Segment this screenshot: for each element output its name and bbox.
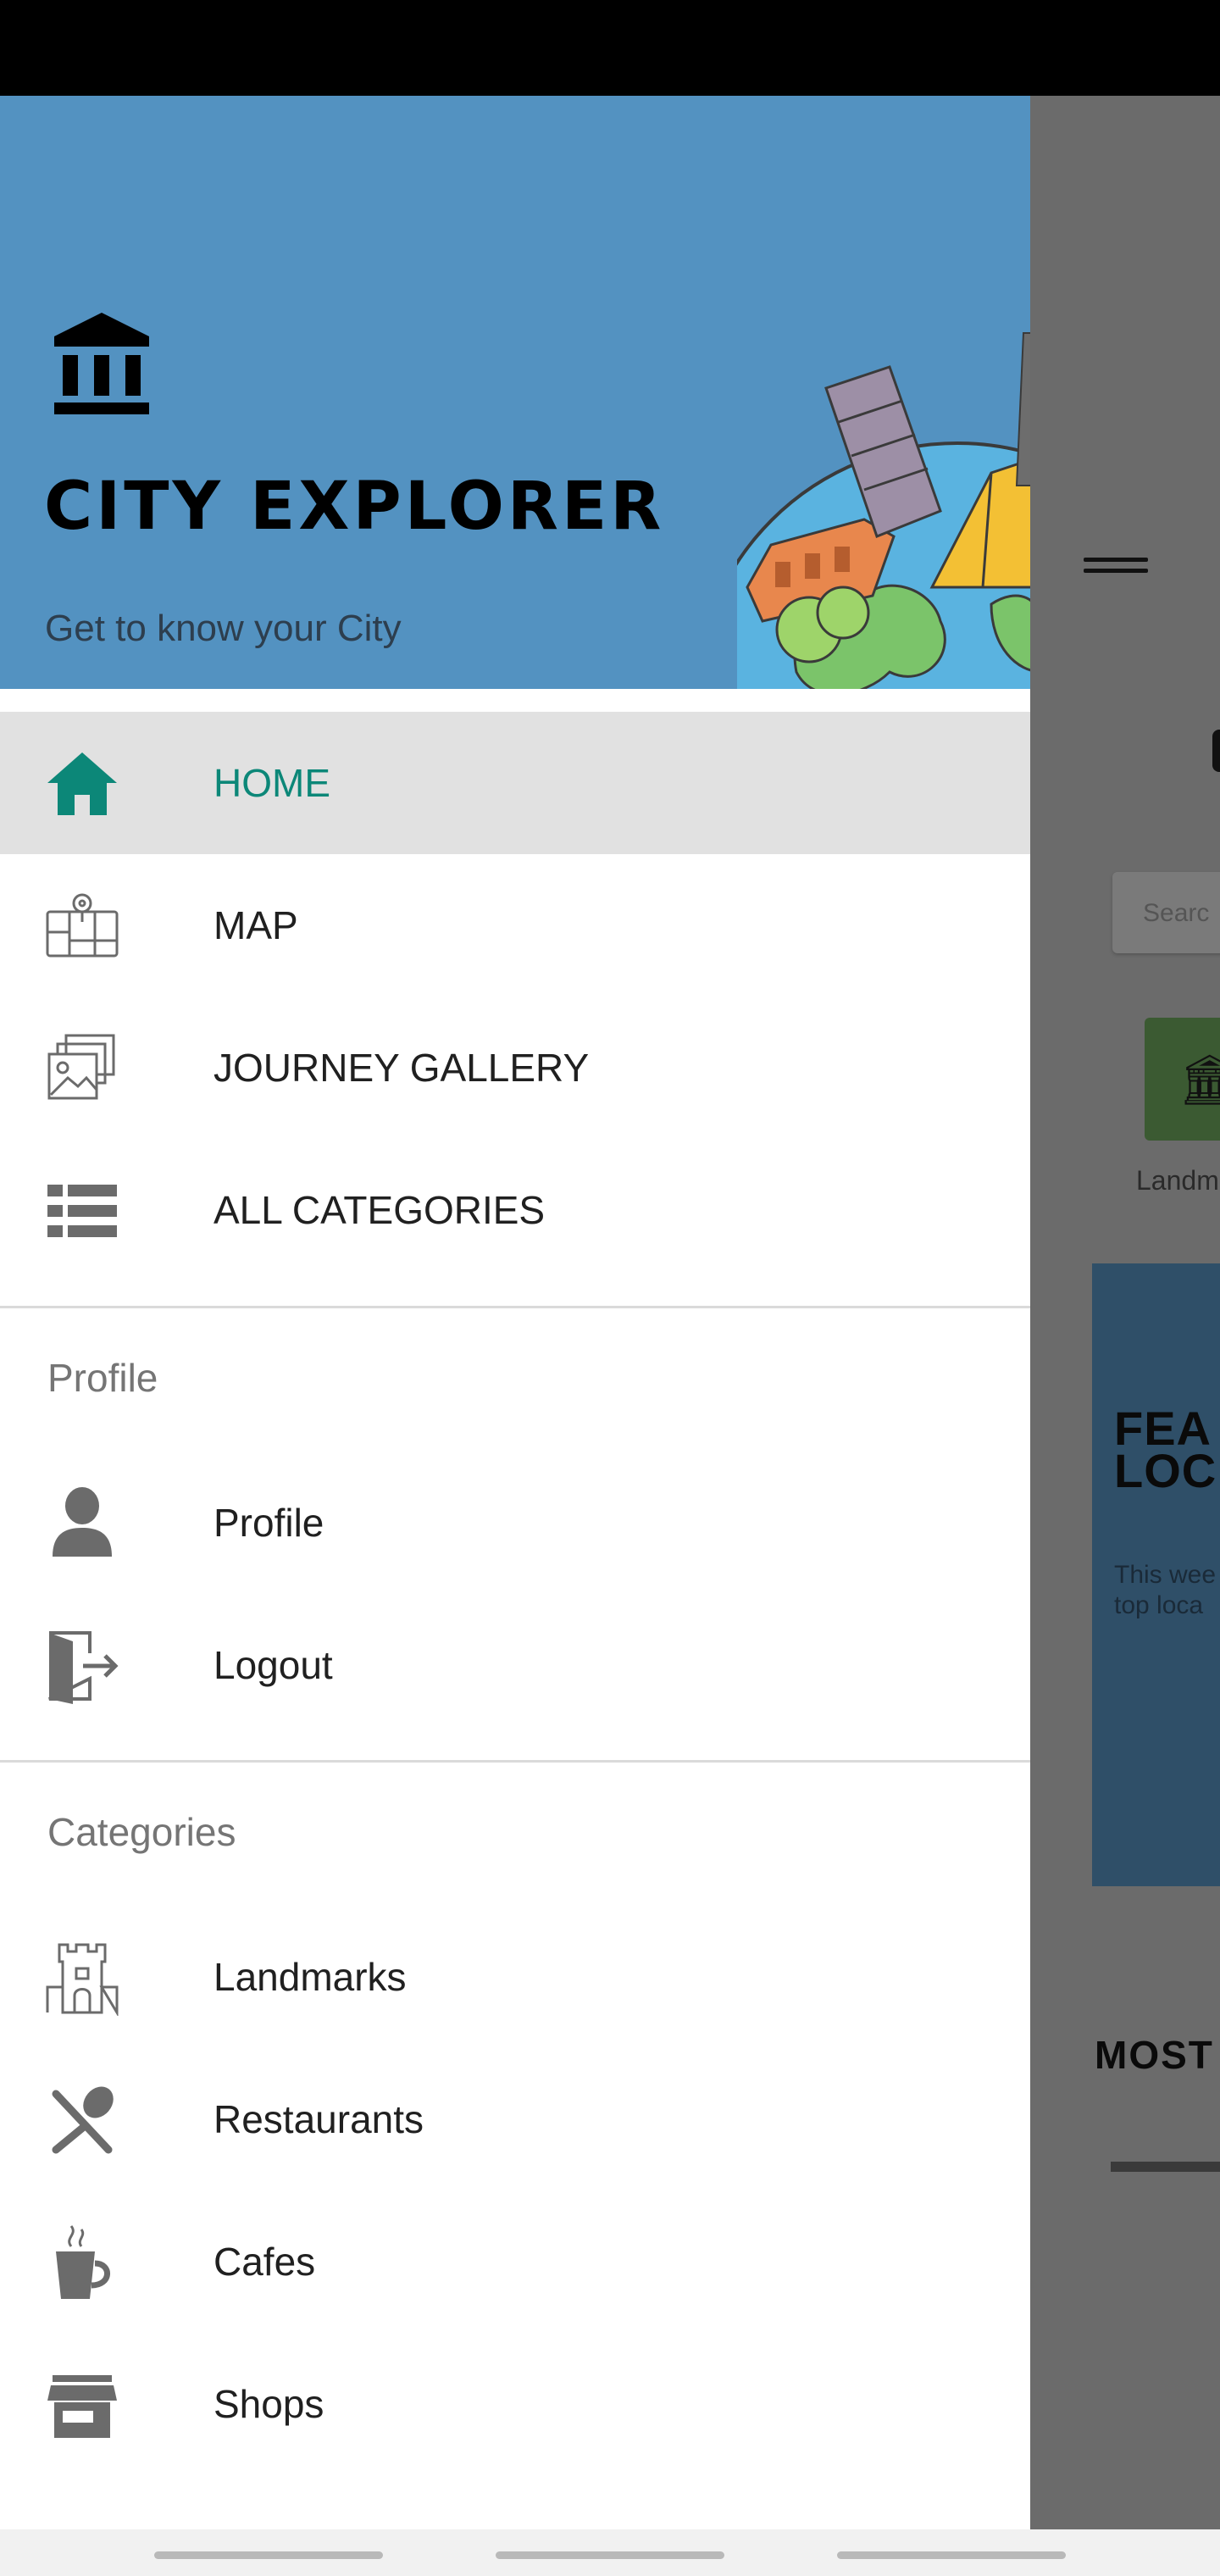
category-item-cafes[interactable]: Cafes [0,2190,1030,2333]
drawer-header: CITY EXPLORER Get to know your City [0,96,1030,689]
landmarks-illustration [737,332,1030,689]
menu-item-label: Logout [214,1643,333,1687]
featured-text: This wee top loca [1114,1561,1217,1619]
thumbnail-fragment [1111,2162,1220,2172]
category-item-shops[interactable]: Shops [0,2333,1030,2475]
list-icon [47,1185,117,1237]
person-icon [53,1487,112,1557]
featured-card[interactable]: FEA LOC This wee top loca [1092,1263,1220,1886]
museum-icon [54,313,149,414]
menu-item-label: Landmarks [214,1955,407,1999]
hamburger-menu-icon[interactable] [1084,558,1148,591]
divider [0,1306,1030,1308]
nav-item-label: HOME [214,761,330,805]
menu-item-label: Profile [214,1501,324,1545]
menu-item-label: Cafes [214,2240,316,2284]
navigation-drawer: CITY EXPLORER Get to know your City HOME… [0,96,1030,2529]
category-item-restaurants[interactable]: Restaurants [0,2048,1030,2190]
nav-item-map[interactable]: MAP [0,854,1030,997]
category-item-landmarks[interactable]: Landmarks [0,1906,1030,2048]
gallery-icon [47,1034,115,1100]
castle-icon [46,1943,119,2016]
most-section-heading: MOST [1095,2033,1214,2077]
status-bar [0,0,1220,96]
menu-item-logout[interactable]: Logout [0,1594,1030,1736]
nav-handle[interactable] [837,2551,1066,2559]
search-placeholder: Searc [1143,899,1210,927]
background-app: Searc 🏛 Landm FEA LOC This wee top loca … [1030,96,1220,2529]
app-subtitle: Get to know your City [45,608,402,649]
nav-item-label: MAP [214,903,298,947]
page-title-fragment [1212,730,1220,772]
system-navigation-bar [0,2529,1220,2576]
nav-item-label: JOURNEY GALLERY [214,1046,590,1090]
nav-item-home[interactable]: HOME [0,712,1030,854]
menu-item-profile[interactable]: Profile [0,1452,1030,1594]
category-label: Landm [1136,1165,1219,1196]
nav-handle[interactable] [154,2551,383,2559]
restaurant-icon [52,2086,114,2154]
category-tile[interactable]: 🏛 [1145,1018,1220,1141]
menu-item-label: Restaurants [214,2097,424,2141]
home-icon [47,752,117,815]
nav-item-label: ALL CATEGORIES [214,1188,546,1232]
logout-icon [48,1631,119,1704]
divider [0,1760,1030,1763]
menu-item-label: Shops [214,2382,324,2426]
store-icon [47,2375,117,2438]
nav-handle[interactable] [496,2551,724,2559]
section-heading-profile: Profile [47,1356,158,1400]
app-title: CITY EXPLORER [44,469,665,545]
nav-item-journey-gallery[interactable]: JOURNEY GALLERY [0,997,1030,1139]
featured-title: FEA LOC [1114,1402,1217,1497]
nav-item-all-categories[interactable]: ALL CATEGORIES [0,1139,1030,1281]
map-icon [46,893,119,958]
search-input[interactable]: Searc [1112,872,1220,953]
section-heading-categories: Categories [47,1810,236,1854]
coffee-icon [56,2225,110,2299]
museum-icon: 🏛 [1178,1052,1220,1108]
